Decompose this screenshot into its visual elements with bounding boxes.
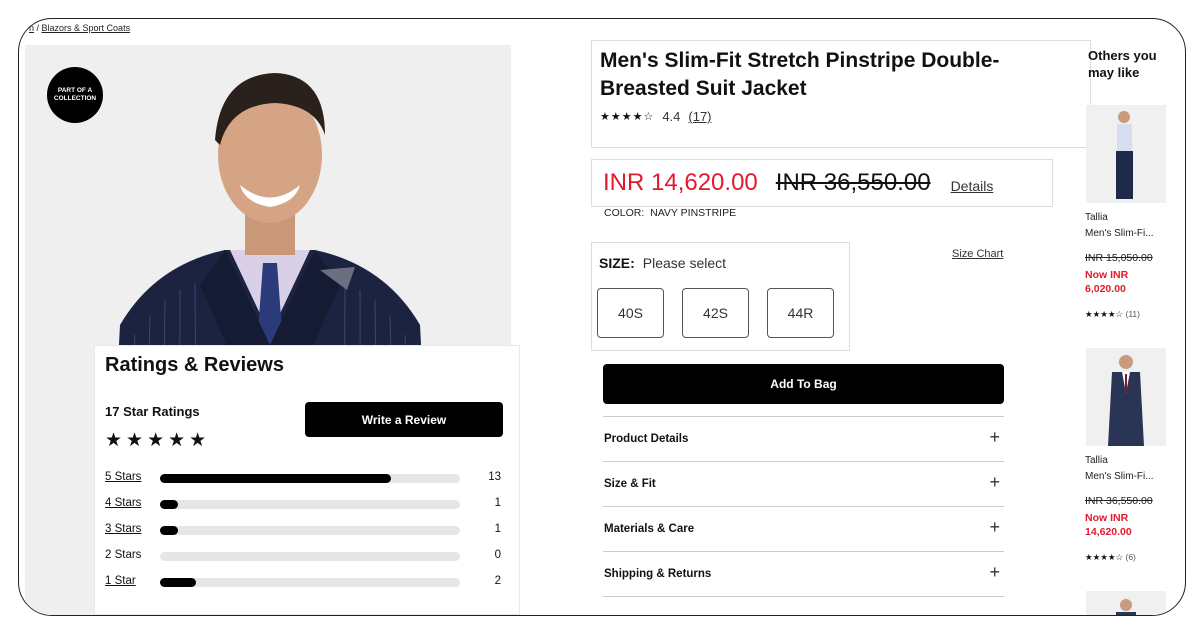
plus-icon: + [989, 517, 1000, 537]
rating-bar-label[interactable]: 3 Stars [105, 523, 141, 535]
rating-bar-count: 1 [494, 497, 501, 509]
rating-bar-fill [160, 500, 178, 509]
rating-bar-row[interactable]: 5 Stars 13 [105, 470, 505, 486]
review-count-link[interactable]: (17) [688, 109, 711, 124]
rating-bar-row[interactable]: 3 Stars 1 [105, 522, 505, 538]
rating-bar-label[interactable]: 5 Stars [105, 471, 141, 483]
rating-bar-count: 2 [494, 575, 501, 587]
product-rating: ★★★★☆ 4.4 (17) [600, 109, 1082, 124]
recommendation-original-price: INR 36,550.00 [1085, 495, 1153, 507]
sale-price: INR 14,620.00 [603, 169, 758, 196]
recommendation-image[interactable] [1086, 348, 1166, 446]
plus-icon: + [989, 472, 1000, 492]
accordion-size-fit[interactable]: Size & Fit + [603, 461, 1004, 506]
rating-bar-track [160, 474, 460, 483]
collection-badge: PART OF A COLLECTION [47, 67, 103, 123]
rating-bar-count: 0 [494, 549, 501, 561]
recommendation-image[interactable] [1086, 591, 1166, 615]
size-option-42s[interactable]: 42S [682, 288, 749, 338]
model-thumbnail [1086, 105, 1166, 203]
recommendation-rating: ★★★★☆ (11) [1085, 309, 1140, 319]
price-details-link[interactable]: Details [951, 178, 994, 194]
rating-value: 4.4 [662, 109, 681, 124]
plus-icon: + [989, 427, 1000, 447]
rating-bar-row: 2 Stars 0 [105, 548, 505, 564]
color-value: NAVY PINSTRIPE [650, 207, 737, 219]
recommendation-original-price: INR 15,050.00 [1085, 252, 1153, 264]
recommendation-image[interactable] [1086, 105, 1166, 203]
size-selector: SIZE: Please select 40S 42S 44R [592, 243, 849, 350]
rating-bar-count: 13 [488, 471, 501, 483]
model-thumbnail [1086, 591, 1166, 615]
accordion-product-details[interactable]: Product Details + [603, 416, 1004, 461]
rating-bar-track [160, 526, 460, 535]
rating-bar-row[interactable]: 4 Stars 1 [105, 496, 505, 512]
recommendation-name[interactable]: Men's Slim-Fi... [1085, 228, 1154, 239]
ratings-reviews-panel: Ratings & Reviews 17 Star Ratings ★★★★★ … [95, 346, 519, 614]
size-option-44r[interactable]: 44R [767, 288, 834, 338]
breadcrumb-partial[interactable]: n [29, 23, 34, 33]
recommendation-rating: ★★★★☆ (6) [1085, 552, 1136, 562]
size-header: SIZE: Please select [599, 255, 726, 271]
accordion-materials-care[interactable]: Materials & Care + [603, 506, 1004, 551]
breadcrumb: n / Blazors & Sport Coats [29, 23, 131, 33]
rating-bar-track [160, 500, 460, 509]
original-price: INR 36,550.00 [775, 169, 931, 196]
recommendation-sale-price: Now INR 6,020.00 [1085, 269, 1129, 295]
rating-bar-fill [160, 474, 391, 483]
size-placeholder: Please select [642, 255, 727, 271]
rating-bar-track [160, 552, 460, 561]
star-ratings-count: 17 Star Ratings [105, 404, 200, 419]
rating-bar-label: 2 Stars [105, 549, 142, 561]
recommendation-sale-price: Now INR 14,620.00 [1085, 512, 1132, 538]
rating-stars-icon: ★★★★★ [105, 430, 211, 451]
recommendation-brand: Tallia [1085, 212, 1108, 223]
rating-bar-label[interactable]: 1 Star [105, 575, 136, 587]
plus-icon: + [989, 562, 1000, 582]
size-chart-link[interactable]: Size Chart [952, 248, 1003, 260]
browser-frame: n / Blazors & Sport Coats PART OF A COLL… [18, 18, 1186, 616]
breadcrumb-current[interactable]: Blazors & Sport Coats [42, 23, 131, 33]
accordion-divider [603, 596, 1004, 597]
recommendation-name[interactable]: Men's Slim-Fi... [1085, 471, 1154, 482]
rating-bar-fill [160, 578, 196, 587]
ratings-heading: Ratings & Reviews [105, 354, 284, 376]
price-block: INR 14,620.00 INR 36,550.00 Details [592, 160, 1052, 206]
add-to-bag-button[interactable]: Add To Bag [603, 364, 1004, 404]
product-title: Men's Slim-Fit Stretch Pinstripe Double-… [600, 49, 1000, 100]
rating-bar-row[interactable]: 1 Star 2 [105, 574, 505, 590]
rating-stars-icon: ★★★★☆ [600, 111, 655, 123]
color-info: COLOR: NAVY PINSTRIPE [604, 207, 736, 219]
rating-bar-fill [160, 526, 178, 535]
color-label: COLOR: [604, 207, 645, 219]
rating-bar-track [160, 578, 460, 587]
size-label: SIZE: [599, 255, 635, 271]
size-option-40s[interactable]: 40S [597, 288, 664, 338]
write-review-button[interactable]: Write a Review [305, 402, 503, 437]
rating-bar-label[interactable]: 4 Stars [105, 497, 141, 509]
product-title-block: Men's Slim-Fit Stretch Pinstripe Double-… [592, 41, 1090, 147]
recommendations-heading: Others you may like [1088, 48, 1157, 80]
model-thumbnail [1086, 348, 1166, 446]
rating-bar-count: 1 [494, 523, 501, 535]
recommendation-brand: Tallia [1085, 455, 1108, 466]
accordion-shipping-returns[interactable]: Shipping & Returns + [603, 551, 1004, 596]
